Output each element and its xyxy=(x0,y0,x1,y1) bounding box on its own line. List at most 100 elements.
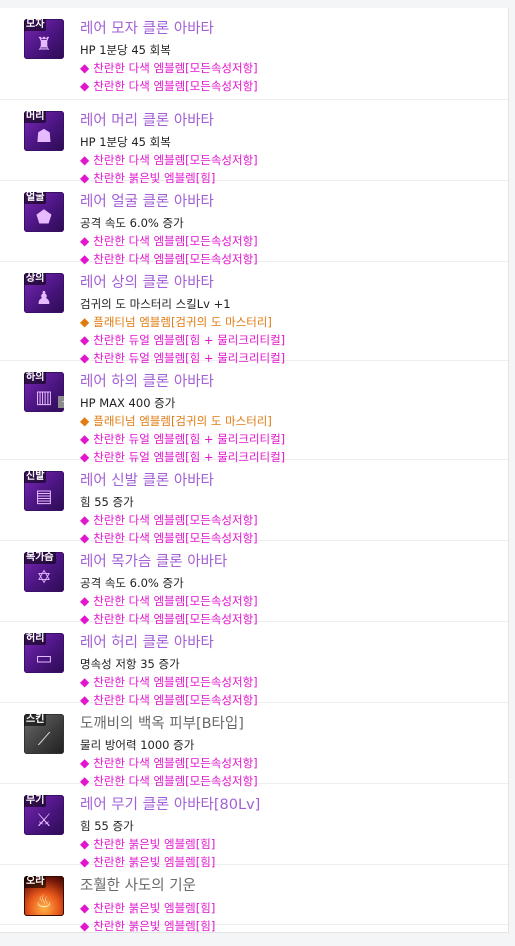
item-details: 레어 목가슴 클론 아바타공격 속도 6.0% 증가 ◆ 찬란한 다색 엠블렘[모든… xyxy=(80,552,502,628)
item-title[interactable]: 레어 상의 클론 아바타 xyxy=(80,273,502,293)
item-title[interactable]: 레어 얼굴 클론 아바타 xyxy=(80,192,502,212)
icon-glyph: ✡ xyxy=(36,567,52,588)
emblem-gem-icon: ◆ xyxy=(80,432,90,446)
avatar-list-item[interactable]: 얼굴 ⬟ 레어 얼굴 클론 아바타공격 속도 6.0% 증가 ◆ 찬란한 다색 엠블렘[… xyxy=(0,181,508,266)
hat-avatar-icon[interactable]: 모자 ♜ xyxy=(24,19,64,59)
emblem-gem-icon: ◆ xyxy=(80,315,90,329)
shoes-avatar-icon[interactable]: 신발 ▤ xyxy=(24,471,64,511)
icon-slot-label: 무기 xyxy=(24,795,47,807)
emblem-line: ◆ 찬란한 붉은빛 엠블렘[힘] xyxy=(80,835,502,853)
item-title[interactable]: 레어 무기 클론 아바타[80Lv] xyxy=(80,795,502,815)
emblem-line: ◆ 찬란한 다색 엠블렘[모든속성저항] xyxy=(80,673,502,691)
icon-glyph: ☗ xyxy=(35,126,53,147)
icon-glyph: ♟ xyxy=(35,288,53,309)
emblem-line: ◆ 플래티넘 엠블렘[검귀의 도 마스터리] xyxy=(80,412,502,430)
icon-slot-label: 얼굴 xyxy=(24,192,47,204)
emblem-text: 찬란한 붉은빛 엠블렘[힘] xyxy=(93,901,216,915)
emblem-text: 찬란한 붉은빛 엠블렘[힘] xyxy=(93,919,216,933)
emblem-gem-icon: ◆ xyxy=(80,234,90,248)
icon-slot-label: 허리 xyxy=(24,633,47,645)
item-title[interactable]: 레어 하의 클론 아바타 xyxy=(80,372,502,392)
hair-avatar-icon[interactable]: 머리 ☗ xyxy=(24,111,64,151)
icon-slot-label: 상의 xyxy=(24,273,47,285)
avatar-list-item[interactable]: 무기 ⚔ 레어 무기 클론 아바타[80Lv] 힘 55 증가 ◆ 찬란한 붉은빛 엠블렘… xyxy=(0,784,508,869)
weapon-avatar-icon[interactable]: 무기 ⚔ xyxy=(24,795,64,835)
icon-glyph: ⚔ xyxy=(35,810,53,831)
emblem-line: ◆ 찬란한 다색 엠블렘[모든속성저항] xyxy=(80,592,502,610)
skin-avatar-icon[interactable]: 스킨 ⟋ xyxy=(24,714,64,754)
emblem-text: 찬란한 다색 엠블렘[모든속성저항] xyxy=(93,756,258,770)
emblem-gem-icon: ◆ xyxy=(80,919,90,933)
avatar-list-item[interactable]: 하의▥+ 레어 하의 클론 아바타 HP MAX 400 증가 ◆플래티넘 엠블렘[검… xyxy=(0,361,508,464)
item-details: 레어 하의 클론 아바타 HP MAX 400 증가 ◆ 플래티넘 엠블렘[검귀의 도… xyxy=(80,372,502,466)
item-details: 레어 상의 클론 아바타 검귀의 도 마스터리 스킬Lv +1 ◆ 플래티넘 엠블렘[… xyxy=(80,273,502,367)
emblem-line: ◆ 찬란한 듀얼 엠블렘[힘 + 물리크리티컬] xyxy=(80,331,502,349)
emblem-text: 찬란한 듀얼 엠블렘[힘 + 물리크리티컬] xyxy=(93,333,286,347)
item-details: 레어 허리 클론 아바타명속성 저항 35 증가 ◆ 찬란한 다색 엠블렘[모든속성… xyxy=(80,633,502,709)
item-details: 레어 얼굴 클론 아바타공격 속도 6.0% 증가 ◆ 찬란한 다색 엠블렘[모든속… xyxy=(80,192,502,268)
neck-avatar-icon[interactable]: 목가슴 ✡ xyxy=(24,552,64,592)
avatar-list-item[interactable]: 머리 ☗ 레어 머리 클론 아바타 HP 1분당 45 회복 ◆ 찬란한 다색 엠블렘[모… xyxy=(0,100,508,185)
avatar-list-item[interactable]: 모자 ♜ 레어 모자 클론 아바타 HP 1분당 45 회복 ◆ 찬란한 다색 엠블렘[모… xyxy=(0,8,508,100)
emblem-text: 찬란한 다색 엠블렘[모든속성저항] xyxy=(93,675,258,689)
item-title[interactable]: 레어 머리 클론 아바타 xyxy=(80,111,502,131)
item-title[interactable]: 도깨비의 백옥 피부[B타입] xyxy=(80,714,502,734)
emblem-gem-icon: ◆ xyxy=(80,756,90,770)
top-avatar-icon[interactable]: 상의 ♟ xyxy=(24,273,64,313)
emblem-line: ◆ 찬란한 다색 엠블렘[모든속성저항] xyxy=(80,754,502,772)
emblem-text: 찬란한 다색 엠블렘[모든속성저항] xyxy=(93,234,258,248)
item-stat: HP MAX 400 증가 xyxy=(80,396,176,410)
item-stat: 힘 55 증가 xyxy=(80,819,134,833)
bottom-avatar-icon[interactable]: 하의▥+ xyxy=(24,372,64,412)
item-stat: 명속성 저항 35 증가 xyxy=(80,657,180,671)
item-details: 레어 신발 클론 아바타 힘 55 증가 ◆ 찬란한 다색 엠블렘[모든속성저항] ◆ 찬… xyxy=(80,471,502,547)
item-title[interactable]: 조훨한 사도의 기운 xyxy=(80,876,502,896)
upgrade-badge-icon: + xyxy=(58,396,64,408)
icon-slot-label: 신발 xyxy=(24,471,47,483)
emblem-gem-icon: ◆ xyxy=(80,61,90,75)
icon-slot-label: 스킨 xyxy=(24,714,47,726)
belt-avatar-icon[interactable]: 허리 ▭ xyxy=(24,633,64,673)
emblem-line: ◆ 찬란한 붉은빛 엠블렘[힘] xyxy=(80,899,502,917)
avatar-list-item[interactable]: 목가슴 ✡ 레어 목가슴 클론 아바타공격 속도 6.0% 증가 ◆ 찬란한 다색 엠블… xyxy=(0,541,508,626)
emblem-gem-icon: ◆ xyxy=(80,79,90,93)
avatar-list-item[interactable]: 오라 ♨ 조훨한 사도의 기운 ◆ 찬란한 붉은빛 엠블렘[힘] ◆ 찬란한 붉은빛 엠블렘… xyxy=(0,865,508,932)
emblem-line: ◆ 플래티넘 엠블렘[검귀의 도 마스터리] xyxy=(80,313,502,331)
item-details: 레어 무기 클론 아바타[80Lv] 힘 55 증가 ◆ 찬란한 붉은빛 엠블렘[힘]… xyxy=(80,795,502,871)
emblem-line: ◆ 찬란한 붉은빛 엠블렘[힘] xyxy=(80,917,502,933)
aura-avatar-icon[interactable]: 오라 ♨ xyxy=(24,876,64,916)
emblem-line: ◆ 찬란한 다색 엠블렘[모든속성저항] xyxy=(80,59,502,77)
emblem-text: 플래티넘 엠블렘[검귀의 도 마스터리] xyxy=(93,414,272,428)
emblem-text: 찬란한 붉은빛 엠블렘[힘] xyxy=(93,837,216,851)
emblem-text: 찬란한 다색 엠블렘[모든속성저항] xyxy=(93,594,258,608)
emblem-text: 플래티넘 엠블렘[검귀의 도 마스터리] xyxy=(93,315,272,329)
emblem-text: 찬란한 다색 엠블렘[모든속성저항] xyxy=(93,61,258,75)
emblem-line: ◆ 찬란한 다색 엠블렘[모든속성저항] xyxy=(80,151,502,169)
emblem-gem-icon: ◆ xyxy=(80,414,90,428)
icon-slot-label: 오라 xyxy=(24,876,47,888)
icon-slot-label: 모자 xyxy=(24,19,47,31)
icon-glyph: ⟋ xyxy=(37,729,51,750)
item-title[interactable]: 레어 모자 클론 아바타 xyxy=(80,19,502,39)
emblem-line: ◆ 찬란한 다색 엠블렘[모든속성저항] xyxy=(80,232,502,250)
item-stat: 물리 방어력 1000 증가 xyxy=(80,738,195,752)
emblem-text: 찬란한 듀얼 엠블렘[힘 + 물리크리티컬] xyxy=(93,432,286,446)
emblem-gem-icon: ◆ xyxy=(80,594,90,608)
emblem-gem-icon: ◆ xyxy=(80,901,90,915)
avatar-list-panel: 모자 ♜ 레어 모자 클론 아바타 HP 1분당 45 회복 ◆ 찬란한 다색 엠블렘[모… xyxy=(0,8,509,933)
item-stat: 공격 속도 6.0% 증가 xyxy=(80,576,184,590)
avatar-list-item[interactable]: 상의 ♟ 레어 상의 클론 아바타 검귀의 도 마스터리 스킬Lv +1 ◆ 플래티넘 엠… xyxy=(0,262,508,365)
item-stat: 공격 속도 6.0% 증가 xyxy=(80,216,184,230)
item-title[interactable]: 레어 목가슴 클론 아바타 xyxy=(80,552,502,572)
item-title[interactable]: 레어 신발 클론 아바타 xyxy=(80,471,502,491)
avatar-list-item[interactable]: 허리 ▭ 레어 허리 클론 아바타명속성 저항 35 증가 ◆ 찬란한 다색 엠블렘[모… xyxy=(0,622,508,707)
icon-glyph: ▤ xyxy=(35,486,53,507)
avatar-list-item[interactable]: 신발 ▤ 레어 신발 클론 아바타 힘 55 증가 ◆ 찬란한 다색 엠블렘[모든속성저항… xyxy=(0,460,508,545)
item-title[interactable]: 레어 허리 클론 아바타 xyxy=(80,633,502,653)
emblem-line: ◆ 찬란한 다색 엠블렘[모든속성저항] xyxy=(80,77,502,95)
avatar-list-item[interactable]: 스킨 ⟋ 도깨비의 백옥 피부[B타입] 물리 방어력 1000 증가 ◆ 찬란한 다색 … xyxy=(0,703,508,788)
icon-glyph: ⬟ xyxy=(36,207,52,228)
emblem-text: 찬란한 다색 엠블렘[모든속성저항] xyxy=(93,153,258,167)
item-stat: HP 1분당 45 회복 xyxy=(80,135,171,149)
face-avatar-icon[interactable]: 얼굴 ⬟ xyxy=(24,192,64,232)
